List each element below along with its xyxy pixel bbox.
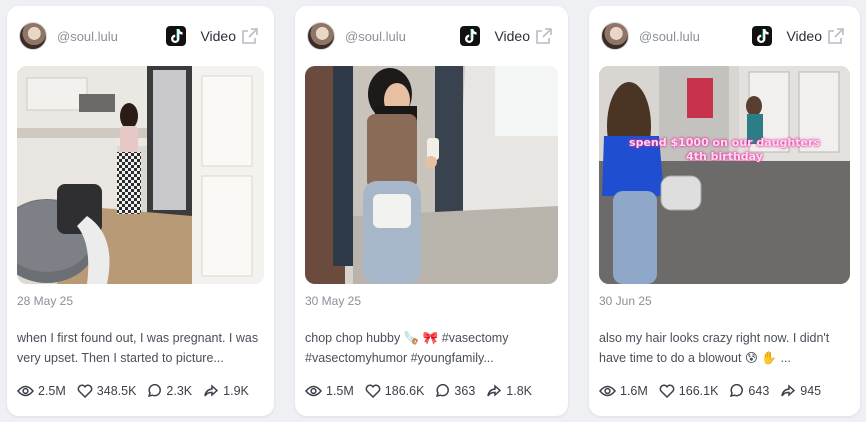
likes-stat: 186.6K	[365, 384, 425, 398]
heart-icon	[77, 384, 93, 398]
video-thumbnail[interactable]	[305, 66, 558, 284]
share-icon	[204, 384, 219, 397]
views-count: 1.6M	[620, 384, 648, 398]
shares-count: 945	[800, 384, 822, 398]
creator-handle[interactable]: @soul.lulu	[345, 29, 406, 44]
stats-row: 1.5M 186.6K 363 1.8K	[305, 382, 562, 400]
eye-icon	[599, 385, 616, 397]
external-link-icon[interactable]	[240, 26, 260, 46]
comments-count: 363	[454, 384, 476, 398]
video-thumbnail[interactable]: spend $1000 on our daughters 4th birthda…	[599, 66, 850, 284]
likes-count: 166.1K	[678, 384, 719, 398]
tiktok-icon	[166, 26, 186, 46]
content-type-label: Video	[494, 28, 530, 44]
creator-handle[interactable]: @soul.lulu	[639, 29, 700, 44]
video-thumbnail[interactable]	[17, 66, 264, 284]
external-link-icon[interactable]	[826, 26, 846, 46]
views-count: 2.5M	[38, 384, 66, 398]
post-caption: also my hair looks crazy right now. I di…	[599, 331, 830, 365]
eye-icon	[305, 385, 322, 397]
post-caption: when I first found out, I was pregnant. …	[17, 331, 259, 365]
views-stat: 2.5M	[17, 384, 66, 398]
stats-row: 1.6M 166.1K 643 945	[599, 382, 854, 400]
video-overlay-text: spend $1000 on our daughters 4th birthda…	[629, 136, 820, 163]
heart-icon	[365, 384, 381, 398]
views-stat: 1.5M	[305, 384, 354, 398]
views-count: 1.5M	[326, 384, 354, 398]
avatar[interactable]	[307, 22, 335, 50]
content-type-label: Video	[786, 28, 822, 44]
shares-stat: 945	[780, 384, 821, 398]
shares-count: 1.8K	[506, 384, 532, 398]
post-date: 30 May 25	[305, 294, 362, 308]
avatar[interactable]	[601, 22, 629, 50]
shares-stat: 1.8K	[486, 384, 532, 398]
card-header: @soul.lulu Video	[19, 22, 262, 52]
comment-icon	[436, 384, 450, 398]
eye-icon	[17, 385, 34, 397]
creator-handle[interactable]: @soul.lulu	[57, 29, 118, 44]
tiktok-icon	[752, 26, 772, 46]
shares-count: 1.9K	[223, 384, 249, 398]
share-icon	[487, 384, 502, 397]
comment-icon	[730, 384, 744, 398]
comment-icon	[148, 384, 162, 398]
likes-stat: 348.5K	[77, 384, 137, 398]
external-link-icon[interactable]	[534, 26, 554, 46]
share-icon	[781, 384, 796, 397]
comments-stat: 643	[729, 384, 769, 398]
likes-count: 348.5K	[96, 384, 137, 398]
heart-icon	[659, 384, 675, 398]
content-type-label: Video	[200, 28, 236, 44]
avatar[interactable]	[19, 22, 47, 50]
video-card[interactable]: @soul.lulu Video 28 May 25 when I first …	[7, 6, 274, 416]
likes-count: 186.6K	[384, 384, 425, 398]
comments-stat: 2.3K	[147, 384, 192, 398]
likes-stat: 166.1K	[659, 384, 719, 398]
views-stat: 1.6M	[599, 384, 648, 398]
stats-row: 2.5M 348.5K 2.3K 1.9K	[17, 382, 268, 400]
video-card[interactable]: @soul.lulu Video spend $1000 on our daug…	[589, 6, 860, 416]
shares-stat: 1.9K	[203, 384, 249, 398]
tiktok-icon	[460, 26, 480, 46]
card-header: @soul.lulu Video	[601, 22, 848, 52]
post-date: 30 Jun 25	[599, 294, 652, 308]
post-caption: chop chop hubby 🪚 🎀 #vasectomy #vasectom…	[305, 331, 509, 365]
comments-stat: 363	[435, 384, 475, 398]
comments-count: 2.3K	[166, 384, 193, 398]
comments-count: 643	[748, 384, 770, 398]
post-date: 28 May 25	[17, 294, 74, 308]
video-card[interactable]: @soul.lulu Video 30 May 25 chop chop hub…	[295, 6, 568, 416]
card-header: @soul.lulu Video	[307, 22, 556, 52]
